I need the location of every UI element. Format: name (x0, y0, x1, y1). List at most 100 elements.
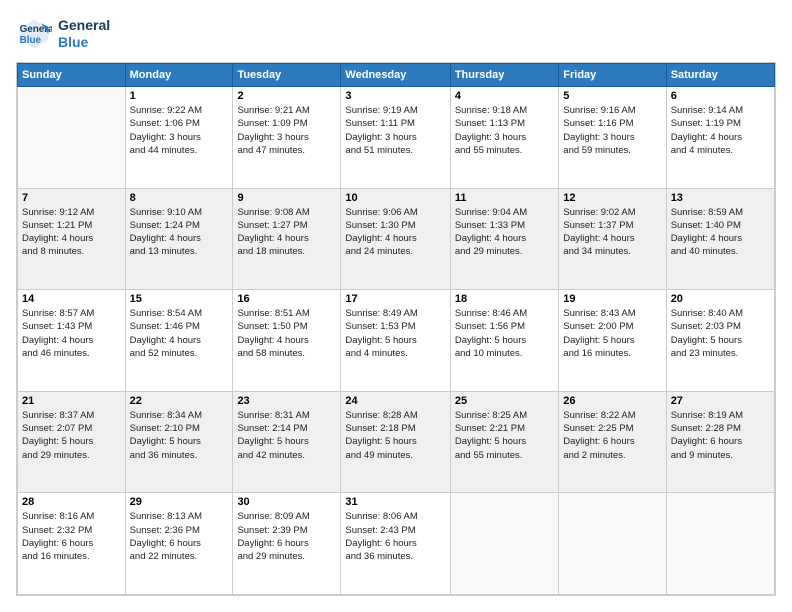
day-info: Sunrise: 8:37 AMSunset: 2:07 PMDaylight:… (22, 409, 121, 462)
logo: General Blue General Blue (16, 16, 110, 52)
calendar-cell: 16Sunrise: 8:51 AMSunset: 1:50 PMDayligh… (233, 290, 341, 392)
day-number: 29 (130, 496, 229, 508)
calendar-cell (450, 493, 558, 595)
day-header-friday: Friday (559, 64, 666, 87)
day-info: Sunrise: 8:22 AMSunset: 2:25 PMDaylight:… (563, 409, 661, 462)
calendar-cell: 28 Sunrise: 8:16 AMSunset: 2:32 PMDayligh… (18, 493, 126, 595)
day-info: Sunrise: 8:54 AMSunset: 1:46 PMDaylight:… (130, 307, 229, 360)
day-header-wednesday: Wednesday (341, 64, 450, 87)
day-number: 14 (22, 293, 121, 305)
logo-line2: Blue (58, 34, 110, 51)
calendar-cell: 1Sunrise: 9:22 AMSunset: 1:06 PMDaylight… (125, 87, 233, 189)
calendar-cell: 26 Sunrise: 8:22 AMSunset: 2:25 PMDayligh… (559, 391, 666, 493)
day-info: Sunrise: 8:31 AMSunset: 2:14 PMDaylight:… (237, 409, 336, 462)
calendar-cell: 10 Sunrise: 9:06 AMSunset: 1:30 PMDayligh… (341, 188, 450, 290)
day-number: 20 (671, 293, 770, 305)
day-info: Sunrise: 8:59 AMSunset: 1:40 PMDaylight:… (671, 206, 770, 259)
calendar-cell: 11Sunrise: 9:04 AMSunset: 1:33 PMDayligh… (450, 188, 558, 290)
calendar-cell: 13 Sunrise: 8:59 AMSunset: 1:40 PMDayligh… (666, 188, 774, 290)
day-info: Sunrise: 8:40 AMSunset: 2:03 PMDaylight:… (671, 307, 770, 360)
day-info: Sunrise: 9:04 AMSunset: 1:33 PMDaylight:… (455, 206, 554, 259)
week-row-1: 1Sunrise: 9:22 AMSunset: 1:06 PMDaylight… (18, 87, 775, 189)
day-number: 8 (130, 192, 229, 204)
calendar-cell: 6 Sunrise: 9:14 AMSunset: 1:19 PMDaylight… (666, 87, 774, 189)
day-info: Sunrise: 8:49 AMSunset: 1:53 PMDaylight:… (345, 307, 445, 360)
day-info: Sunrise: 8:46 AMSunset: 1:56 PMDaylight:… (455, 307, 554, 360)
day-info: Sunrise: 8:25 AMSunset: 2:21 PMDaylight:… (455, 409, 554, 462)
day-info: Sunrise: 9:08 AMSunset: 1:27 PMDaylight:… (237, 206, 336, 259)
calendar-cell: 8 Sunrise: 9:10 AMSunset: 1:24 PMDaylight… (125, 188, 233, 290)
day-number: 9 (237, 192, 336, 204)
day-info: Sunrise: 8:43 AMSunset: 2:00 PMDaylight:… (563, 307, 661, 360)
day-info: Sunrise: 9:18 AMSunset: 1:13 PMDaylight:… (455, 104, 554, 157)
calendar-cell: 5 Sunrise: 9:16 AMSunset: 1:16 PMDaylight… (559, 87, 666, 189)
day-number: 31 (345, 496, 445, 508)
calendar: SundayMondayTuesdayWednesdayThursdayFrid… (16, 62, 776, 596)
day-info: Sunrise: 8:34 AMSunset: 2:10 PMDaylight:… (130, 409, 229, 462)
day-info: Sunrise: 8:57 AMSunset: 1:43 PMDaylight:… (22, 307, 121, 360)
day-number: 21 (22, 395, 121, 407)
day-header-sunday: Sunday (18, 64, 126, 87)
day-info: Sunrise: 9:16 AMSunset: 1:16 PMDaylight:… (563, 104, 661, 157)
day-number: 1 (130, 90, 229, 102)
day-info: Sunrise: 9:06 AMSunset: 1:30 PMDaylight:… (345, 206, 445, 259)
logo-icon: General Blue (16, 16, 52, 52)
calendar-cell: 23 Sunrise: 8:31 AMSunset: 2:14 PMDayligh… (233, 391, 341, 493)
calendar-cell: 2 Sunrise: 9:21 AMSunset: 1:09 PMDaylight… (233, 87, 341, 189)
calendar-cell: 19 Sunrise: 8:43 AMSunset: 2:00 PMDayligh… (559, 290, 666, 392)
day-info: Sunrise: 9:19 AMSunset: 1:11 PMDaylight:… (345, 104, 445, 157)
calendar-cell: 9 Sunrise: 9:08 AMSunset: 1:27 PMDaylight… (233, 188, 341, 290)
calendar-cell: 30 Sunrise: 8:09 AMSunset: 2:39 PMDayligh… (233, 493, 341, 595)
day-number: 10 (345, 192, 445, 204)
day-number: 7 (22, 192, 121, 204)
calendar-cell: 14 Sunrise: 8:57 AMSunset: 1:43 PMDayligh… (18, 290, 126, 392)
day-number: 25 (455, 395, 554, 407)
day-info: Sunrise: 9:21 AMSunset: 1:09 PMDaylight:… (237, 104, 336, 157)
day-number: 27 (671, 395, 770, 407)
calendar-cell: 4 Sunrise: 9:18 AMSunset: 1:13 PMDaylight… (450, 87, 558, 189)
calendar-cell: 17 Sunrise: 8:49 AMSunset: 1:53 PMDayligh… (341, 290, 450, 392)
svg-text:Blue: Blue (20, 35, 42, 46)
day-number: 4 (455, 90, 554, 102)
day-number: 16 (237, 293, 336, 305)
week-row-4: 21 Sunrise: 8:37 AMSunset: 2:07 PMDayligh… (18, 391, 775, 493)
day-header-monday: Monday (125, 64, 233, 87)
calendar-cell: 7Sunrise: 9:12 AMSunset: 1:21 PMDaylight… (18, 188, 126, 290)
day-info: Sunrise: 8:06 AMSunset: 2:43 PMDaylight:… (345, 510, 445, 563)
page: General Blue General Blue SundayMondayTu… (0, 0, 792, 612)
day-info: Sunrise: 8:09 AMSunset: 2:39 PMDaylight:… (237, 510, 336, 563)
week-row-2: 7Sunrise: 9:12 AMSunset: 1:21 PMDaylight… (18, 188, 775, 290)
day-info: Sunrise: 9:14 AMSunset: 1:19 PMDaylight:… (671, 104, 770, 157)
calendar-cell (18, 87, 126, 189)
day-number: 19 (563, 293, 661, 305)
day-number: 23 (237, 395, 336, 407)
day-number: 2 (237, 90, 336, 102)
week-row-3: 14 Sunrise: 8:57 AMSunset: 1:43 PMDayligh… (18, 290, 775, 392)
calendar-cell (559, 493, 666, 595)
day-info: Sunrise: 9:10 AMSunset: 1:24 PMDaylight:… (130, 206, 229, 259)
calendar-cell: 24 Sunrise: 8:28 AMSunset: 2:18 PMDayligh… (341, 391, 450, 493)
day-number: 18 (455, 293, 554, 305)
day-info: Sunrise: 8:16 AMSunset: 2:32 PMDaylight:… (22, 510, 121, 563)
day-header-saturday: Saturday (666, 64, 774, 87)
day-number: 26 (563, 395, 661, 407)
calendar-cell: 25 Sunrise: 8:25 AMSunset: 2:21 PMDayligh… (450, 391, 558, 493)
calendar-cell: 21 Sunrise: 8:37 AMSunset: 2:07 PMDayligh… (18, 391, 126, 493)
day-number: 6 (671, 90, 770, 102)
day-number: 17 (345, 293, 445, 305)
day-number: 30 (237, 496, 336, 508)
day-number: 13 (671, 192, 770, 204)
day-number: 28 (22, 496, 121, 508)
calendar-cell: 29Sunrise: 8:13 AMSunset: 2:36 PMDayligh… (125, 493, 233, 595)
day-info: Sunrise: 8:28 AMSunset: 2:18 PMDaylight:… (345, 409, 445, 462)
calendar-cell: 12Sunrise: 9:02 AMSunset: 1:37 PMDayligh… (559, 188, 666, 290)
week-row-5: 28 Sunrise: 8:16 AMSunset: 2:32 PMDayligh… (18, 493, 775, 595)
calendar-cell: 20 Sunrise: 8:40 AMSunset: 2:03 PMDayligh… (666, 290, 774, 392)
days-header-row: SundayMondayTuesdayWednesdayThursdayFrid… (18, 64, 775, 87)
day-header-tuesday: Tuesday (233, 64, 341, 87)
calendar-cell: 3Sunrise: 9:19 AMSunset: 1:11 PMDaylight… (341, 87, 450, 189)
day-number: 22 (130, 395, 229, 407)
logo-line1: General (58, 17, 110, 34)
day-number: 5 (563, 90, 661, 102)
day-number: 24 (345, 395, 445, 407)
